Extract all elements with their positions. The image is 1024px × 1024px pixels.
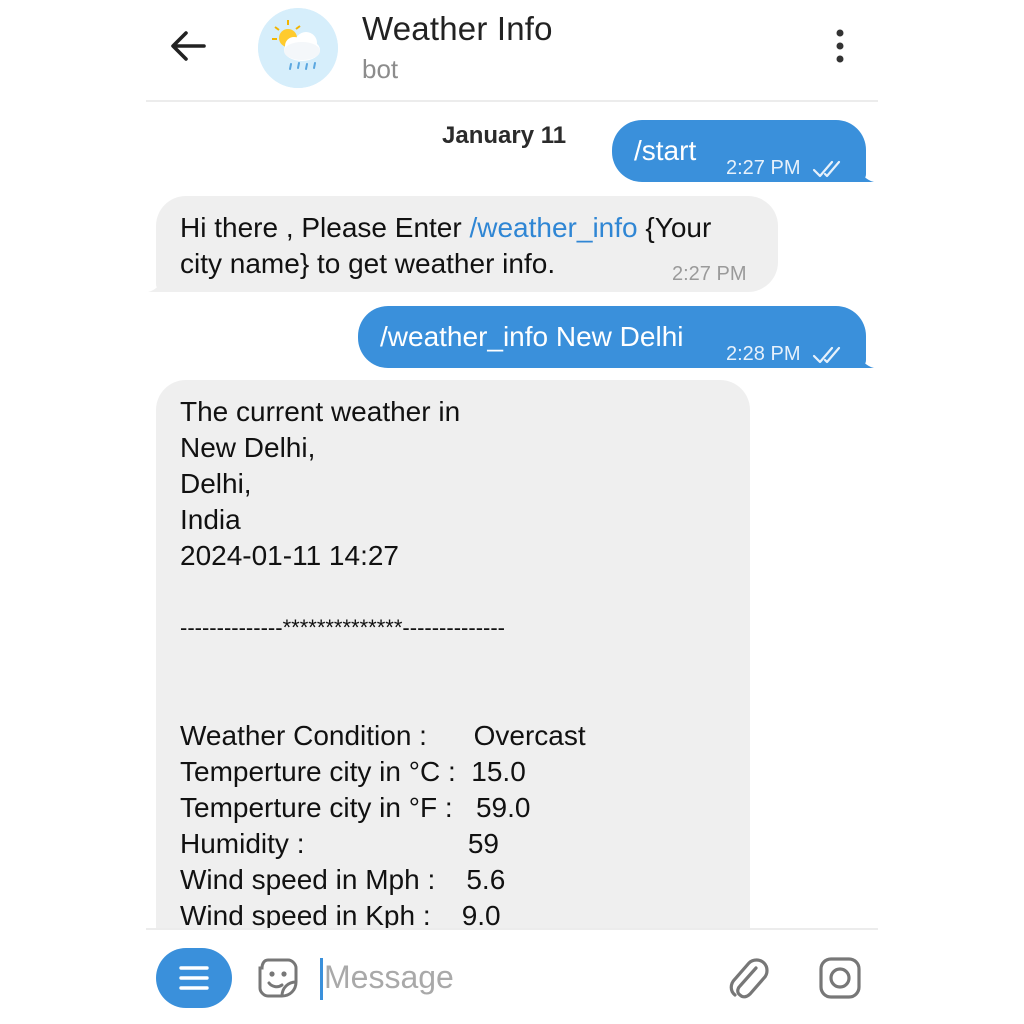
- report-line: [180, 682, 740, 718]
- camera-button[interactable]: [816, 954, 864, 1002]
- message-text: /weather_info New Delhi: [380, 321, 684, 352]
- report-line: The current weather in: [180, 396, 461, 427]
- more-menu-button[interactable]: [824, 24, 856, 68]
- report-line: Delhi,: [180, 468, 252, 499]
- report-line: Temperture city in °C : 15.0: [180, 756, 526, 787]
- report-separator: --------------**************------------…: [180, 615, 505, 640]
- report-line: Weather Condition : Overcast: [180, 720, 586, 751]
- double-check-icon: [812, 160, 841, 177]
- double-check-icon: [812, 346, 841, 363]
- message-time: 2:27 PM: [672, 263, 747, 285]
- message-text: The current weather in New Delhi, Delhi,…: [180, 394, 740, 928]
- bubble-tail: [858, 166, 874, 182]
- composer-bar: [146, 928, 878, 1024]
- bubble-tail: [858, 352, 874, 368]
- report-line: 2024-01-11 14:27: [180, 540, 399, 571]
- hamburger-icon: [179, 966, 209, 990]
- bot-avatar[interactable]: [258, 8, 338, 88]
- date-separator: January 11: [442, 122, 567, 149]
- message-list[interactable]: January 11 /start 2:27 PM Hi there , Ple…: [146, 102, 878, 928]
- report-line: New Delhi,: [180, 432, 316, 463]
- command-link[interactable]: /weather_info: [469, 212, 637, 243]
- report-line: Humidity : 59: [180, 828, 499, 859]
- paperclip-icon: [729, 958, 769, 999]
- report-line: India: [180, 504, 241, 535]
- message-input[interactable]: [320, 952, 704, 1002]
- incoming-message[interactable]: Hi there , Please Enter /weather_info {Y…: [156, 196, 778, 292]
- arrow-left-icon: [171, 31, 206, 61]
- sticker-button[interactable]: [254, 954, 302, 1002]
- chat-screen: Weather Info bot January 11 /start 2:27 …: [146, 0, 878, 1024]
- chat-title[interactable]: Weather Info: [362, 10, 553, 48]
- message-time: 2:27 PM: [726, 150, 846, 186]
- report-line: Temperture city in °F : 59.0: [180, 792, 531, 823]
- report-line: [180, 574, 740, 610]
- attach-button[interactable]: [726, 954, 770, 1002]
- message-text: /start: [634, 135, 697, 166]
- chat-subtitle: bot: [362, 54, 399, 84]
- report-line: [180, 646, 740, 682]
- weather-cloud-icon: [258, 8, 338, 88]
- more-vertical-icon: [836, 29, 844, 63]
- report-line: Wind speed in Kph : 9.0: [180, 900, 501, 928]
- message-time: 2:28 PM: [726, 336, 846, 372]
- outgoing-message[interactable]: /start 2:27 PM: [612, 120, 866, 182]
- sticker-icon: [258, 958, 298, 998]
- camera-icon: [819, 957, 861, 999]
- chat-header: Weather Info bot: [146, 0, 878, 102]
- bubble-tail: [148, 276, 164, 292]
- report-line: Wind speed in Mph : 5.6: [180, 864, 506, 895]
- bot-menu-button[interactable]: [156, 948, 232, 1008]
- incoming-message-weather-report[interactable]: The current weather in New Delhi, Delhi,…: [156, 380, 750, 928]
- outgoing-message[interactable]: /weather_info New Delhi 2:28 PM: [358, 306, 866, 368]
- back-button[interactable]: [164, 22, 212, 70]
